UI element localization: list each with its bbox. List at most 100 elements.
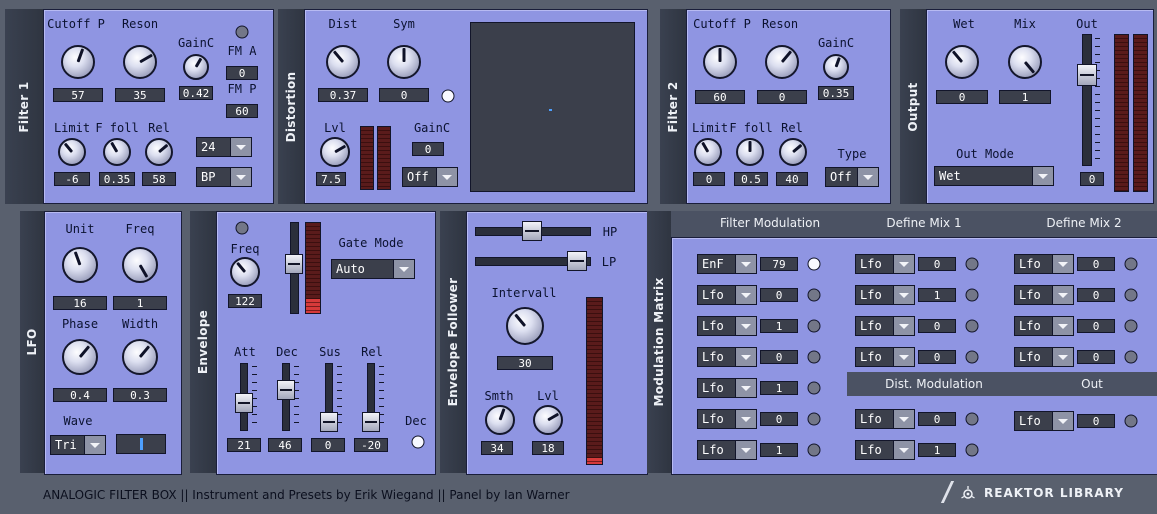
- filter2-rel-value[interactable]: 40: [776, 172, 808, 186]
- envelope-freq-knob[interactable]: [230, 257, 260, 287]
- distortion-led[interactable]: [441, 89, 455, 103]
- matrix-row-led[interactable]: [807, 350, 821, 364]
- matrix-row-led[interactable]: [807, 319, 821, 333]
- matrix-amount-value[interactable]: 0: [918, 350, 956, 364]
- envelope-rel-handle[interactable]: [362, 412, 380, 432]
- matrix-row-led[interactable]: [965, 412, 979, 426]
- filter1-fmp-value[interactable]: 60: [226, 104, 258, 118]
- matrix-source-dropdown[interactable]: Lfo: [697, 285, 757, 305]
- filter2-ffoll-knob[interactable]: [736, 138, 764, 166]
- filter1-reson-value[interactable]: 35: [115, 88, 165, 102]
- filter1-ffoll-knob[interactable]: [103, 138, 131, 166]
- follower-intervall-value[interactable]: 30: [497, 356, 553, 370]
- matrix-row-led[interactable]: [807, 257, 821, 271]
- lfo-wave-dropdown[interactable]: Tri: [50, 435, 106, 455]
- lfo-phase-value[interactable]: 0.4: [53, 388, 107, 402]
- filter2-cutoff-value[interactable]: 60: [695, 90, 745, 104]
- lfo-unit-value[interactable]: 16: [53, 296, 107, 310]
- envelope-att-handle[interactable]: [235, 393, 253, 413]
- envelope-gatemode-dropdown[interactable]: Auto: [331, 259, 415, 279]
- envelope-freq-value[interactable]: 122: [228, 294, 262, 308]
- distortion-sym-knob[interactable]: [387, 45, 421, 79]
- filter2-gainc-value[interactable]: 0.35: [818, 86, 854, 100]
- filter2-reson-value[interactable]: 0: [757, 90, 807, 104]
- filter1-limit-knob[interactable]: [58, 138, 86, 166]
- matrix-row-led[interactable]: [965, 257, 979, 271]
- lfo-freq-value[interactable]: 1: [113, 296, 167, 310]
- matrix-row-led[interactable]: [807, 443, 821, 457]
- distortion-gainc-value[interactable]: 0: [412, 142, 444, 156]
- matrix-amount-value[interactable]: 1: [760, 381, 798, 395]
- matrix-row-led[interactable]: [965, 319, 979, 333]
- matrix-amount-value[interactable]: 0: [1077, 414, 1115, 428]
- envelope-dec-led[interactable]: [411, 435, 425, 449]
- envelope-att-value[interactable]: 21: [227, 438, 261, 452]
- matrix-source-dropdown[interactable]: Lfo: [855, 254, 915, 274]
- matrix-amount-value[interactable]: 0: [760, 350, 798, 364]
- envelope-rel-value[interactable]: -20: [354, 438, 388, 452]
- distortion-sym-value[interactable]: 0: [379, 88, 429, 102]
- matrix-source-dropdown[interactable]: Lfo: [855, 285, 915, 305]
- lfo-width-value[interactable]: 0.3: [113, 388, 167, 402]
- output-wet-value[interactable]: 0: [936, 90, 988, 104]
- matrix-row-led[interactable]: [807, 412, 821, 426]
- filter1-gainc-value[interactable]: 0.42: [179, 86, 213, 100]
- matrix-amount-value[interactable]: 0: [918, 257, 956, 271]
- filter1-limit-value[interactable]: -6: [54, 172, 90, 186]
- matrix-row-led[interactable]: [807, 288, 821, 302]
- matrix-amount-value[interactable]: 0: [918, 412, 956, 426]
- matrix-source-dropdown[interactable]: Lfo: [697, 440, 757, 460]
- follower-smth-value[interactable]: 34: [481, 441, 513, 455]
- matrix-amount-value[interactable]: 1: [760, 443, 798, 457]
- filter1-cutoff-value[interactable]: 57: [53, 88, 103, 102]
- filter2-type-dropdown[interactable]: Off: [825, 167, 879, 187]
- matrix-source-dropdown[interactable]: Lfo: [1014, 347, 1074, 367]
- matrix-source-dropdown[interactable]: Lfo: [855, 316, 915, 336]
- envelope-sus-value[interactable]: 0: [311, 438, 345, 452]
- matrix-row-led[interactable]: [965, 350, 979, 364]
- matrix-amount-value[interactable]: 0: [918, 319, 956, 333]
- matrix-source-dropdown[interactable]: Lfo: [1014, 411, 1074, 431]
- envelope-level-handle[interactable]: [285, 254, 303, 274]
- matrix-amount-value[interactable]: 0: [1077, 319, 1115, 333]
- lfo-wave-display[interactable]: [116, 434, 166, 454]
- follower-lvl-knob[interactable]: [533, 405, 563, 435]
- matrix-row-led[interactable]: [1124, 319, 1138, 333]
- lfo-unit-knob[interactable]: [62, 247, 98, 283]
- matrix-amount-value[interactable]: 0: [1077, 257, 1115, 271]
- distortion-mode-dropdown[interactable]: Off: [402, 167, 458, 187]
- matrix-source-dropdown[interactable]: Lfo: [697, 316, 757, 336]
- output-outmode-dropdown[interactable]: Wet: [934, 166, 1054, 186]
- envelope-dec-value[interactable]: 46: [268, 438, 302, 452]
- matrix-row-led[interactable]: [807, 381, 821, 395]
- follower-smth-knob[interactable]: [485, 405, 515, 435]
- lfo-freq-knob[interactable]: [122, 247, 158, 283]
- lfo-phase-knob[interactable]: [62, 339, 98, 375]
- follower-intervall-knob[interactable]: [506, 307, 544, 345]
- matrix-source-dropdown[interactable]: Lfo: [697, 347, 757, 367]
- distortion-scope-display[interactable]: [470, 22, 635, 192]
- filter1-gainc-knob[interactable]: [183, 54, 209, 80]
- output-wet-knob[interactable]: [945, 45, 979, 79]
- matrix-amount-value[interactable]: 0: [760, 288, 798, 302]
- matrix-source-dropdown[interactable]: Lfo: [1014, 285, 1074, 305]
- envelope-dec-handle[interactable]: [277, 380, 295, 400]
- filter1-cutoff-knob[interactable]: [61, 45, 95, 79]
- matrix-amount-value[interactable]: 1: [918, 288, 956, 302]
- matrix-amount-value[interactable]: 0: [1077, 288, 1115, 302]
- matrix-source-dropdown[interactable]: Lfo: [697, 409, 757, 429]
- matrix-row-led[interactable]: [965, 443, 979, 457]
- matrix-source-dropdown[interactable]: Lfo: [855, 440, 915, 460]
- matrix-amount-value[interactable]: 79: [760, 257, 798, 271]
- follower-lp-handle[interactable]: [567, 251, 587, 271]
- matrix-row-led[interactable]: [1124, 257, 1138, 271]
- output-mix-value[interactable]: 1: [999, 90, 1051, 104]
- output-out-slider-track[interactable]: [1082, 34, 1092, 166]
- filter1-type-dropdown[interactable]: BP: [196, 167, 252, 187]
- follower-lvl-value[interactable]: 18: [532, 441, 564, 455]
- matrix-source-dropdown[interactable]: EnF: [697, 254, 757, 274]
- matrix-source-dropdown[interactable]: Lfo: [855, 409, 915, 429]
- matrix-source-dropdown[interactable]: Lfo: [1014, 254, 1074, 274]
- filter2-cutoff-knob[interactable]: [703, 45, 737, 79]
- filter1-fma-value[interactable]: 0: [226, 66, 258, 80]
